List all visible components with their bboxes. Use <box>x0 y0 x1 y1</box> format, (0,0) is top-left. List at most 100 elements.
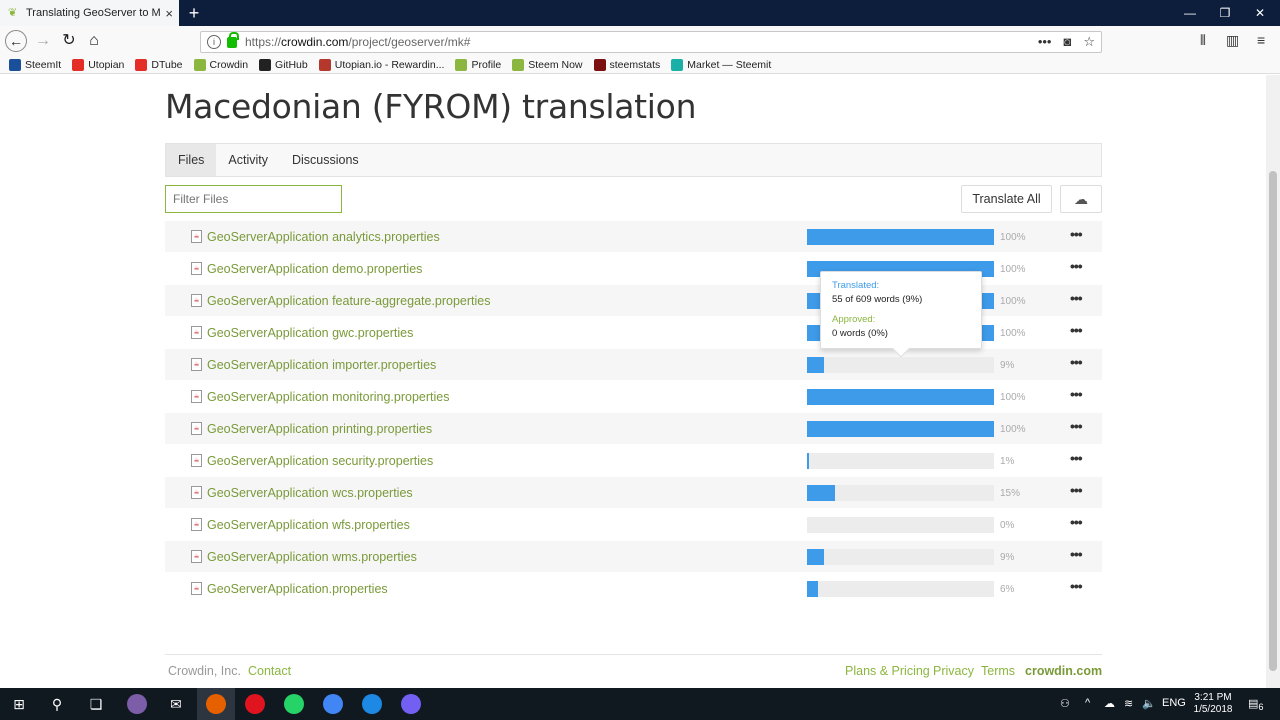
tab-files[interactable]: Files <box>166 144 217 176</box>
file-name-link[interactable]: GeoServerApplication security.properties <box>207 454 433 468</box>
progress-bar[interactable] <box>807 357 994 373</box>
bookmark-github[interactable]: GitHub <box>259 58 308 71</box>
file-name-link[interactable]: GeoServerApplication wcs.properties <box>207 486 413 500</box>
footer-privacy-link[interactable]: Privacy <box>933 664 974 678</box>
volume-icon[interactable]: 🔈 <box>1142 697 1156 710</box>
translate-all-button[interactable]: Translate All <box>961 185 1052 213</box>
table-row[interactable]: ☕ GeoServerApplication.properties 6% ••• <box>165 573 1102 605</box>
table-row[interactable]: ☕ GeoServerApplication importer.propertie… <box>165 349 1102 381</box>
tab-discussions[interactable]: Discussions <box>280 144 371 176</box>
more-options-icon[interactable]: ••• <box>1070 482 1083 498</box>
close-window-icon[interactable]: ✕ <box>1250 4 1270 22</box>
progress-bar[interactable] <box>807 389 994 405</box>
maximize-icon[interactable]: ❐ <box>1215 4 1235 22</box>
notifications-icon[interactable]: ▤6 <box>1248 697 1264 712</box>
cloud-download-icon[interactable]: ☁ <box>1060 185 1102 213</box>
sidebar-icon[interactable]: ▥ <box>1226 32 1239 49</box>
close-tab-icon[interactable]: × <box>165 6 173 21</box>
library-icon[interactable]: ⫴ <box>1200 32 1206 49</box>
chrome-icon[interactable] <box>323 694 343 714</box>
reload-icon[interactable]: ↻ <box>58 30 80 52</box>
tab-activity[interactable]: Activity <box>216 144 280 176</box>
more-options-icon[interactable]: ••• <box>1070 386 1083 402</box>
bookmark-star-icon[interactable]: ☆ <box>1083 34 1095 50</box>
opera-icon[interactable] <box>245 694 265 714</box>
forward-icon[interactable]: → <box>32 30 54 52</box>
table-row[interactable]: ☕ GeoServerApplication security.propertie… <box>165 445 1102 477</box>
bookmark-market-steemit[interactable]: Market — Steemit <box>671 58 771 71</box>
file-name-link[interactable]: GeoServerApplication.properties <box>207 582 388 596</box>
more-options-icon[interactable]: ••• <box>1070 450 1083 466</box>
progress-bar[interactable] <box>807 517 994 533</box>
home-icon[interactable]: ⌂ <box>83 30 105 52</box>
people-icon[interactable]: ⚇ <box>1060 697 1070 710</box>
more-options-icon[interactable]: ••• <box>1070 258 1083 274</box>
progress-bar[interactable] <box>807 581 994 597</box>
search-icon[interactable]: ⚲ <box>46 693 68 715</box>
wifi-icon[interactable]: ≋ <box>1124 697 1133 710</box>
language-indicator[interactable]: ENG <box>1162 697 1186 709</box>
cloud-tray-icon[interactable]: ☁ <box>1104 697 1115 710</box>
more-options-icon[interactable]: ••• <box>1070 226 1083 242</box>
windows-start-icon[interactable]: ⊞ <box>8 693 30 715</box>
menu-icon[interactable]: ≡ <box>1257 32 1265 48</box>
table-row[interactable]: ☕ GeoServerApplication wfs.properties 0% ••… <box>165 509 1102 541</box>
bookmark-steemstats[interactable]: steemstats <box>593 58 660 71</box>
more-options-icon[interactable]: ••• <box>1070 514 1083 530</box>
new-tab-icon[interactable]: + <box>184 3 204 23</box>
table-row[interactable]: ☕ GeoServerApplication wms.properties 9% ••… <box>165 541 1102 573</box>
bookmark-utopian-io[interactable]: Utopian.io - Rewardin... <box>318 58 444 71</box>
file-name-link[interactable]: GeoServerApplication wms.properties <box>207 550 417 564</box>
more-options-icon[interactable]: ••• <box>1070 354 1083 370</box>
footer-contact-link[interactable]: Contact <box>248 664 291 678</box>
file-name-link[interactable]: GeoServerApplication importer.properties <box>207 358 436 372</box>
table-row[interactable]: ☕ GeoServerApplication wcs.properties 15% •… <box>165 477 1102 509</box>
progress-bar[interactable] <box>807 485 994 501</box>
task-view-icon[interactable]: ❏ <box>85 693 107 715</box>
progress-bar[interactable] <box>807 549 994 565</box>
viber-icon[interactable] <box>401 694 421 714</box>
file-name-link[interactable]: GeoServerApplication feature-aggregate.p… <box>207 294 491 308</box>
bookmark-steem-now[interactable]: Steem Now <box>512 58 583 71</box>
tray-chevron-icon[interactable]: ^ <box>1085 697 1090 709</box>
page-actions-icon[interactable]: ••• <box>1038 34 1052 50</box>
filter-files-input[interactable] <box>165 185 342 213</box>
url-bar[interactable]: i https://crowdin.com/project/geoserver/… <box>200 31 1102 53</box>
system-clock[interactable]: 3:21 PM 1/5/2018 <box>1188 692 1238 716</box>
footer-terms-link[interactable]: Terms <box>981 664 1015 678</box>
more-options-icon[interactable]: ••• <box>1070 418 1083 434</box>
more-options-icon[interactable]: ••• <box>1070 578 1083 594</box>
file-name-link[interactable]: GeoServerApplication demo.properties <box>207 262 422 276</box>
file-name-link[interactable]: GeoServerApplication wfs.properties <box>207 518 410 532</box>
pocket-icon[interactable]: ◙ <box>1063 34 1071 50</box>
firefox-icon[interactable] <box>206 694 226 714</box>
file-name-link[interactable]: GeoServerApplication printing.properties <box>207 422 432 436</box>
edge-icon[interactable] <box>362 694 382 714</box>
more-options-icon[interactable]: ••• <box>1070 322 1083 338</box>
info-icon[interactable]: i <box>207 35 221 49</box>
scrollbar-thumb[interactable] <box>1269 171 1277 671</box>
footer-brand-link[interactable]: crowdin.com <box>1025 664 1102 678</box>
more-options-icon[interactable]: ••• <box>1070 290 1083 306</box>
file-name-link[interactable]: GeoServerApplication gwc.properties <box>207 326 413 340</box>
bookmark-dtube[interactable]: DTube <box>135 58 183 71</box>
bookmark-crowdin[interactable]: Crowdin <box>193 58 248 71</box>
whatsapp-icon[interactable] <box>284 694 304 714</box>
bookmark-steemit[interactable]: SteemIt <box>9 58 61 71</box>
progress-bar[interactable] <box>807 421 994 437</box>
app-icon[interactable] <box>127 694 147 714</box>
file-name-link[interactable]: GeoServerApplication monitoring.properti… <box>207 390 450 404</box>
more-options-icon[interactable]: ••• <box>1070 546 1083 562</box>
file-name-link[interactable]: GeoServerApplication analytics.propertie… <box>207 230 440 244</box>
mail-icon[interactable]: ✉ <box>165 693 187 715</box>
progress-bar[interactable] <box>807 229 994 245</box>
table-row[interactable]: ☕ GeoServerApplication monitoring.propert… <box>165 381 1102 413</box>
bookmark-profile[interactable]: Profile <box>455 58 501 71</box>
browser-tab[interactable]: ❦ Translating GeoServer to Macedonian × <box>0 0 179 26</box>
page-scrollbar[interactable] <box>1266 75 1280 688</box>
footer-plans-link[interactable]: Plans & Pricing <box>845 664 930 678</box>
table-row[interactable]: ☕ GeoServerApplication printing.propertie… <box>165 413 1102 445</box>
progress-bar[interactable] <box>807 453 994 469</box>
bookmark-utopian[interactable]: Utopian <box>72 58 124 71</box>
table-row[interactable]: ☕ GeoServerApplication analytics.properti… <box>165 221 1102 253</box>
